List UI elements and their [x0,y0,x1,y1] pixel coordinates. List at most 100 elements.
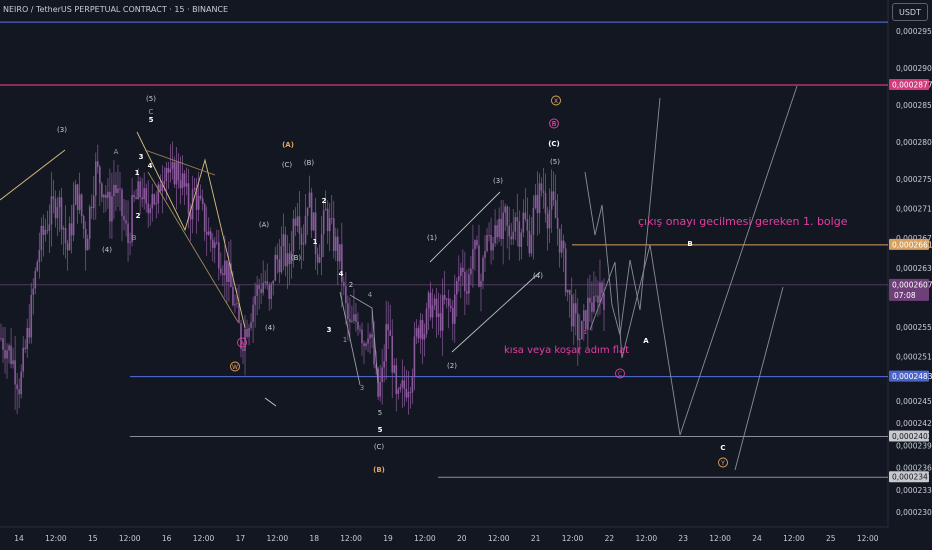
candle-body [462,267,464,273]
candle-body [222,273,224,276]
time-tick-label: 12:00 [562,534,584,543]
wave-label: B [552,121,556,128]
candle-body [310,192,313,231]
price-tick-label: 0,0002450 [896,397,932,406]
candle-body [532,207,535,235]
wave-label: (5) [146,95,156,103]
candle-body [447,298,450,306]
candle-body [248,327,250,337]
candle-body [460,267,462,277]
candle-body [478,245,480,287]
candle-body [171,162,174,169]
candle-body [583,310,585,322]
candle-body [236,303,238,305]
candle-body [353,314,355,321]
candle-body [34,270,37,289]
candle-body [332,218,335,252]
candle-body [203,203,206,232]
candle-body [276,254,279,260]
candle-body [443,295,446,300]
candle-body [552,191,555,201]
candle-body [312,212,315,231]
candle-body [300,233,303,245]
wave-label: 3 [139,153,144,161]
candle-body [298,216,301,234]
wave-label: (5) [550,158,560,166]
candle-body [347,303,349,320]
candle-body [199,195,202,199]
candle-body [60,197,63,230]
wave-label: (B) [373,466,385,474]
candle-body [328,218,331,232]
time-tick-label: 16 [162,534,172,543]
price-level-value: 0,0002607 [892,280,932,289]
candle-body [52,196,55,199]
candle-body [474,240,476,250]
candle-body [449,305,452,308]
candle-body [266,281,269,285]
candle-body [44,229,47,235]
candle-body [326,208,329,232]
candle-body [119,188,121,190]
candle-body [389,330,392,336]
candle-body [411,376,414,393]
candle-body [109,191,111,222]
candle-body [506,206,508,226]
candle-body [56,207,59,219]
candle-body [54,198,57,219]
price-level-value: 0,0002402 [892,432,932,441]
candle-body [540,183,543,191]
candle-body [334,236,337,252]
candle-body [345,286,347,304]
candle-body [528,230,531,254]
candle-body [123,215,125,221]
candle-body [369,334,371,339]
candle-body [292,218,295,252]
time-tick-label: 12:00 [488,534,510,543]
time-tick-label: 12:00 [709,534,731,543]
candle-body [24,347,27,349]
candle-body [488,234,490,236]
price-chart[interactable]: 0,0002950 0,0002900 0,0002850 0,0002800 0,00… [0,0,932,550]
countdown-label: 07:08 [894,291,916,300]
candle-body [484,251,486,258]
candle-body [66,243,69,251]
candle-body [28,327,31,338]
candle-body [500,218,502,239]
price-tick-label: 0,0002950 [896,27,932,36]
candle-body [593,296,595,312]
price-tick-label: 0,0002390 [896,441,932,450]
candle-body [423,333,426,340]
candle-body [564,248,567,293]
candle-body [536,195,539,214]
candle-body [566,289,569,293]
candle-body [522,212,525,233]
candle-body [133,195,135,198]
candle-body [395,365,398,395]
candle-body [316,254,319,263]
time-tick-label: 12:00 [45,534,67,543]
wave-label: 1 [343,336,347,344]
chart-root: 0,0002950 0,0002900 0,0002850 0,0002800 0,00… [0,0,932,550]
candle-body [211,239,214,248]
price-tick-label: 0,0002800 [896,138,932,147]
wave-label: 1 [135,169,140,177]
wave-label: (C) [548,140,560,148]
time-tick-label: 12:00 [193,534,215,543]
price-tick-label: 0,0002850 [896,101,932,110]
candle-body [554,200,557,219]
candle-body [439,313,442,331]
candle-body [576,313,579,341]
candle-body [379,382,381,397]
candle-body [213,242,216,248]
currency-button[interactable]: USDT [892,3,928,21]
candle-body [169,168,172,173]
candle-body [365,343,367,347]
candle-body [155,203,158,205]
candle-body [179,180,182,189]
price-tick-label: 0,0002710 [896,205,932,214]
candle-body [476,240,478,246]
candle-body [103,194,105,198]
time-tick-label: 12:00 [414,534,436,543]
candle-body [510,236,513,240]
